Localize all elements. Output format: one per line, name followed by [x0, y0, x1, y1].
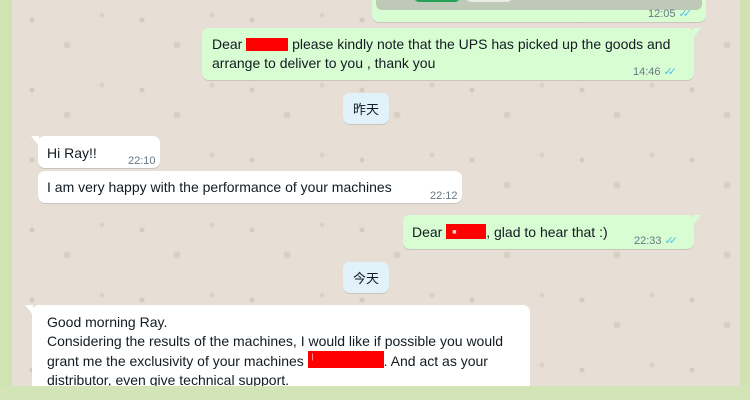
message-incoming[interactable]: Hi Ray!! 22:10: [31, 136, 160, 168]
bubble-tail: [693, 215, 701, 225]
double-check-icon: ✓✓: [663, 66, 678, 78]
bubble-tail: [25, 305, 33, 315]
image-button-grey: [466, 0, 512, 2]
message-time: 14:46 ✓✓: [633, 63, 678, 82]
message-time: 22:33 ✓✓: [634, 232, 679, 251]
message-time: 12:05 ✓✓: [648, 8, 693, 20]
image-button-green: [414, 0, 460, 2]
message-text: Hi Ray!!: [47, 145, 97, 161]
bubble-tail: [31, 136, 39, 146]
message-incoming[interactable]: I am very happy with the performance of …: [38, 171, 462, 203]
message-image-preview[interactable]: 12:05 ✓✓: [372, 0, 706, 22]
message-outgoing[interactable]: Dear please kindly note that the UPS has…: [202, 28, 701, 82]
message-incoming[interactable]: Good morning Ray. Considering the result…: [25, 305, 530, 386]
message-text: Good morning Ray. Considering the result…: [47, 314, 504, 386]
double-check-icon: ✓✓: [678, 8, 693, 20]
chat-conversation-area[interactable]: 12:05 ✓✓ Dear please kindly note that the…: [12, 0, 740, 386]
redacted-name: ■: [446, 224, 487, 239]
message-outgoing[interactable]: Dear ■, glad to hear that :) 22:33 ✓✓: [403, 215, 701, 251]
redacted-name: [246, 38, 289, 51]
redacted-name: |: [307, 351, 384, 368]
date-separator-yesterday: 昨天: [343, 93, 390, 124]
message-time: 22:12: [430, 190, 458, 202]
message-text: Dear ■, glad to hear that :): [412, 224, 608, 240]
bottom-border: [0, 386, 750, 400]
date-separator-today: 今天: [343, 262, 390, 293]
double-check-icon: ✓✓: [664, 235, 679, 247]
message-text: I am very happy with the performance of …: [47, 179, 392, 195]
bubble-tail: [693, 28, 701, 38]
left-border: [0, 0, 12, 386]
message-time: 22:10: [128, 155, 156, 167]
right-border: [740, 0, 750, 386]
message-text: Dear please kindly note that the UPS has…: [212, 36, 671, 71]
